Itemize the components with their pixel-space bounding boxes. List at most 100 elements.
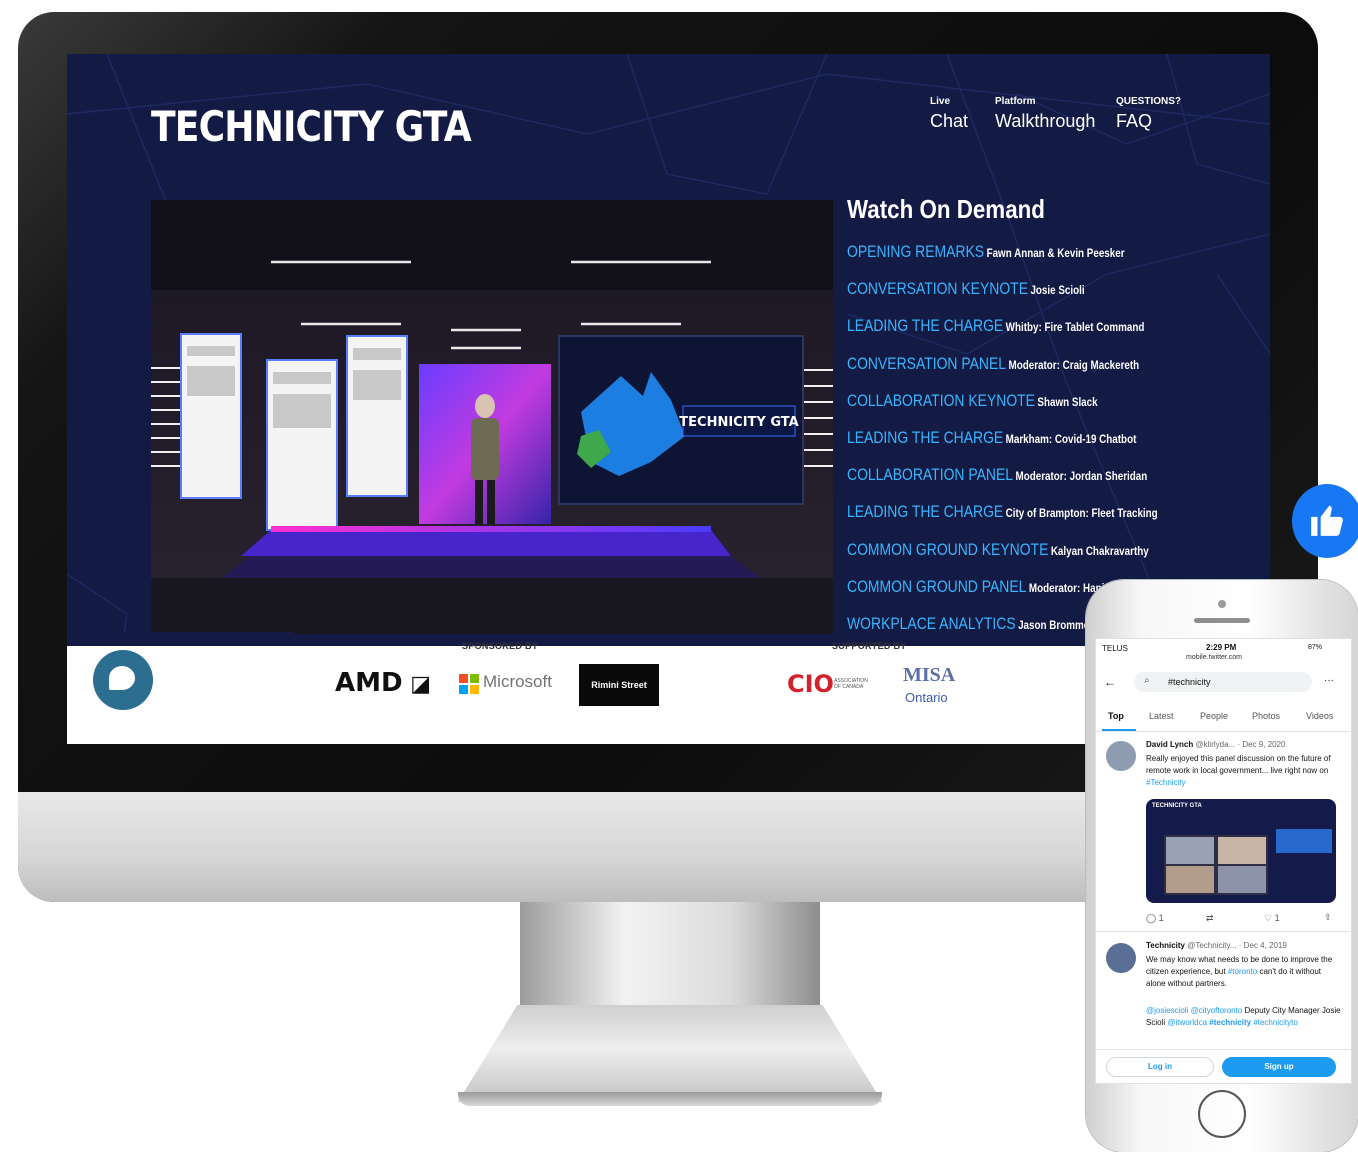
rimini-street-logo[interactable]: Rimini Street — [579, 664, 659, 706]
tweet-date: · Dec 9, 2020 — [1237, 740, 1286, 749]
thumbs-up-icon — [1311, 505, 1343, 536]
login-button[interactable]: Log in — [1106, 1057, 1214, 1077]
search-icon: ⌕ — [1144, 675, 1150, 686]
nav-chat-label: Chat — [930, 111, 969, 131]
cio-logo[interactable]: CIO — [787, 670, 834, 698]
microsoft-logo[interactable]: Microsoft — [483, 672, 552, 692]
nav-platform-walkthrough[interactable]: Platform Walkthrough — [995, 96, 1095, 134]
on-demand-item-speaker: Fawn Annan & Kevin Peesker — [986, 246, 1125, 260]
on-demand-item-speaker: Markham: Covid-19 Chatbot — [1005, 432, 1137, 446]
nav-live-chat[interactable]: Live Chat — [930, 96, 968, 134]
battery-level: 87% — [1308, 644, 1323, 651]
nav-faq-label: FAQ — [1116, 111, 1153, 131]
chat-bubble-icon[interactable] — [93, 650, 153, 710]
retweet-icon[interactable]: ⇄ — [1206, 913, 1214, 924]
tweet-header: Technicity @Technicity... · Dec 4, 2019 — [1146, 941, 1287, 950]
hashtag-link[interactable]: #toronto — [1228, 967, 1257, 976]
on-demand-item-speaker: Kalyan Chakravarthy — [1050, 544, 1149, 558]
tab-top[interactable]: Top — [1108, 711, 1124, 721]
on-demand-item-title: LEADING THE CHARGE — [847, 502, 1004, 521]
watch-on-demand-heading: Watch On Demand — [847, 194, 1045, 224]
nav-faq[interactable]: QUESTIONS? FAQ — [1116, 96, 1181, 134]
on-demand-item[interactable]: LEADING THE CHARGE Markham: Covid-19 Chat… — [847, 428, 1136, 448]
nav-questions-label: QUESTIONS? — [1116, 96, 1182, 107]
misa-ontario-text: Ontario — [905, 690, 948, 705]
on-demand-item[interactable]: COMMON GROUND PANEL Moderator: Hani — [847, 577, 1104, 597]
search-input[interactable]: ⌕ #technicity — [1134, 672, 1312, 692]
on-demand-item-speaker: City of Brampton: Fleet Tracking — [1005, 506, 1158, 520]
tweet-text: We may know what needs to be done to imp… — [1146, 955, 1333, 988]
tweet-handle: @klirlyda... — [1195, 740, 1236, 749]
on-demand-item[interactable]: OPENING REMARKS Fawn Annan & Kevin Peeske… — [847, 242, 1125, 262]
like-button[interactable] — [1292, 484, 1358, 558]
media-title: TECHNICITY GTA — [1152, 803, 1202, 809]
on-demand-item-title: LEADING THE CHARGE — [847, 316, 1004, 335]
on-demand-item[interactable]: CONVERSATION PANEL Moderator: Craig Macke… — [847, 354, 1139, 374]
avatar[interactable] — [1106, 741, 1136, 771]
mention-links[interactable]: @josiescioli @cityoftoronto — [1146, 1006, 1242, 1015]
avatar[interactable] — [1106, 943, 1136, 973]
tweet-date: · Dec 4, 2019 — [1238, 941, 1287, 950]
share-icon[interactable]: ⇪ — [1324, 912, 1332, 923]
on-demand-item-title: LEADING THE CHARGE — [847, 428, 1004, 447]
misa-logo[interactable]: MISA — [903, 664, 955, 687]
search-value: #technicity — [1168, 677, 1211, 687]
back-arrow-icon[interactable]: ← — [1104, 675, 1116, 689]
on-demand-item-speaker: Jason Brommet — [1018, 618, 1093, 632]
on-demand-item[interactable]: WORKPLACE ANALYTICS Jason Brommet — [847, 614, 1092, 634]
tab-latest[interactable]: Latest — [1149, 711, 1174, 721]
on-demand-item-title: COMMON GROUND KEYNOTE — [847, 540, 1049, 559]
signup-button[interactable]: Sign up — [1222, 1057, 1336, 1077]
amd-logo[interactable]: AMD ◪ — [335, 668, 431, 698]
phone-time: 2:29 PM — [1206, 643, 1237, 652]
on-demand-item[interactable]: COLLABORATION PANEL Moderator: Jordan She… — [847, 465, 1147, 485]
monitor-stand-neck — [520, 902, 820, 1012]
mention-link[interactable]: @itworldca — [1167, 1018, 1207, 1027]
site-title[interactable]: TECHNICITY GTA — [151, 102, 472, 151]
on-demand-item[interactable]: CONVERSATION KEYNOTE Josie Scioli — [847, 279, 1085, 299]
on-demand-item-speaker: Moderator: Craig Mackereth — [1008, 358, 1140, 372]
tweet-author[interactable]: Technicity — [1146, 941, 1185, 950]
on-demand-item-title: COMMON GROUND PANEL — [847, 577, 1027, 596]
tab-videos[interactable]: Videos — [1306, 711, 1333, 721]
hashtag-link[interactable]: #Technicity — [1146, 778, 1186, 787]
sponsored-by-label: SPONSORED BY — [462, 641, 539, 651]
more-options-icon[interactable]: ··· — [1324, 675, 1334, 686]
on-demand-item-title: COLLABORATION PANEL — [847, 465, 1014, 484]
on-demand-item[interactable]: LEADING THE CHARGE Whitby: Fire Tablet Co… — [847, 316, 1144, 336]
tweet-author[interactable]: David Lynch — [1146, 740, 1193, 749]
supported-by-label: SUPPORTED BY — [832, 641, 907, 651]
tweet-header: David Lynch @klirlyda... · Dec 9, 2020 — [1146, 740, 1285, 749]
tab-photos[interactable]: Photos — [1252, 711, 1280, 721]
on-demand-item-title: CONVERSATION PANEL — [847, 354, 1007, 373]
heart-icon[interactable]: ♡ 1 — [1264, 913, 1280, 924]
on-demand-item-speaker: Whitby: Fire Tablet Command — [1005, 320, 1145, 334]
virtual-stage-video[interactable]: TECHNICITY GTA — [151, 200, 833, 634]
phone-speaker — [1194, 618, 1250, 623]
phone-camera — [1218, 600, 1226, 608]
on-demand-item-title: COLLABORATION KEYNOTE — [847, 391, 1035, 410]
on-demand-item[interactable]: COMMON GROUND KEYNOTE Kalyan Chakravarthy — [847, 540, 1149, 560]
reply-icon[interactable]: ◯ 1 — [1146, 913, 1164, 924]
nav-live-label: Live — [930, 96, 951, 107]
hashtag-link[interactable]: #technicityto — [1253, 1018, 1297, 1027]
tweet-media[interactable]: TECHNICITY GTA — [1146, 799, 1336, 903]
on-demand-item-title: CONVERSATION KEYNOTE — [847, 279, 1028, 298]
on-demand-item-speaker: Shawn Slack — [1037, 395, 1098, 409]
on-demand-item-speaker: Moderator: Jordan Sheridan — [1015, 469, 1148, 483]
stage-screen-logo: TECHNICITY GTA — [679, 415, 798, 430]
phone-screen: TELUS 2:29 PM mobile.twitter.com 87% ← ⌕… — [1095, 638, 1352, 1084]
on-demand-item-speaker: Josie Scioli — [1030, 283, 1085, 297]
on-demand-item-speaker: Moderator: Hani — [1028, 581, 1105, 595]
tab-people[interactable]: People — [1200, 711, 1228, 721]
microsoft-icon — [459, 674, 479, 694]
home-button[interactable] — [1198, 1090, 1246, 1138]
monitor-stand-edge — [458, 1092, 882, 1106]
nav-walkthrough-label: Walkthrough — [995, 111, 1096, 131]
on-demand-item[interactable]: COLLABORATION KEYNOTE Shawn Slack — [847, 391, 1098, 411]
url-bar[interactable]: mobile.twitter.com — [1186, 654, 1242, 661]
hashtag-link[interactable]: #technicity — [1209, 1018, 1251, 1027]
carrier: TELUS — [1102, 644, 1128, 653]
on-demand-item[interactable]: LEADING THE CHARGE City of Brampton: Flee… — [847, 502, 1158, 522]
on-demand-item-title: WORKPLACE ANALYTICS — [847, 614, 1016, 633]
